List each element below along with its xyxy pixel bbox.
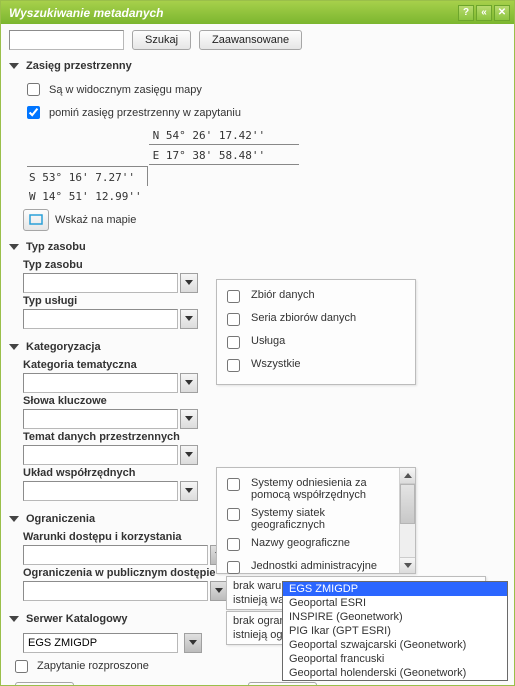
collapse-icon[interactable]: «	[476, 5, 492, 21]
titlebar: Wyszukiwanie metadanych ? « ✕	[1, 1, 514, 24]
omit-extent-label: pomiń zasięg przestrzenny w zapytaniu	[49, 107, 241, 119]
scrollbar[interactable]	[399, 468, 415, 573]
service-type-input[interactable]	[23, 309, 178, 329]
metadata-search-window: Wyszukiwanie metadanych ? « ✕ Szukaj Zaa…	[0, 0, 515, 686]
omit-extent-checkbox[interactable]	[27, 106, 40, 119]
section-spatial[interactable]: Zasięg przestrzenny	[7, 56, 508, 76]
close-icon[interactable]: ✕	[494, 5, 510, 21]
catalog-option[interactable]: Geoportal ESRI	[283, 596, 507, 610]
show-on-map-label: Wskaż na mapie	[55, 214, 136, 226]
catalog-option[interactable]: Geoportal szwajcarski (Geonetwork)	[283, 638, 507, 652]
chevron-down-icon	[9, 244, 19, 250]
crs-input[interactable]	[23, 481, 178, 501]
crs-opt4-checkbox[interactable]	[227, 561, 240, 574]
help-icon[interactable]: ?	[458, 5, 474, 21]
chevron-down-icon	[9, 344, 19, 350]
service-type-label: Typ usługi	[23, 295, 201, 309]
search-button[interactable]: Szukaj	[132, 30, 191, 50]
crs-popup: Systemy odniesienia za pomocą współrzędn…	[216, 467, 416, 574]
scroll-thumb[interactable]	[400, 484, 415, 524]
distributed-query-checkbox[interactable]	[15, 660, 28, 673]
opt-dataset-checkbox[interactable]	[227, 290, 240, 303]
catalog-option[interactable]: INSPIRE (Geonetwork)	[283, 610, 507, 624]
catalog-server-input[interactable]	[23, 633, 178, 653]
clear-button[interactable]: Wyczyść	[248, 682, 317, 686]
coord-east: E 17° 38' 58.48''	[149, 147, 299, 165]
chevron-down-icon	[9, 516, 19, 522]
scroll-down-icon[interactable]	[400, 557, 415, 573]
theme-input[interactable]	[23, 373, 178, 393]
crs-dropdown[interactable]	[180, 481, 198, 501]
map-rect-icon	[29, 214, 43, 226]
keywords-dropdown[interactable]	[180, 409, 198, 429]
catalog-server-list: EGS ZMIGDP Geoportal ESRI INSPIRE (Geone…	[282, 581, 508, 681]
spatial-topic-dropdown[interactable]	[180, 445, 198, 465]
access-input[interactable]	[23, 545, 208, 565]
search-input[interactable]	[9, 30, 124, 50]
scroll-up-icon[interactable]	[400, 468, 415, 484]
section-resource[interactable]: Typ zasobu	[7, 237, 205, 257]
coord-west: W 14° 51' 12.99''	[27, 186, 148, 205]
opt-all-checkbox[interactable]	[227, 359, 240, 372]
opt-service-checkbox[interactable]	[227, 336, 240, 349]
catalog-option[interactable]: PIG Ikar (GPT ESRI)	[283, 624, 507, 638]
show-on-map-button[interactable]	[23, 209, 49, 231]
opt-series-checkbox[interactable]	[227, 313, 240, 326]
catalog-option[interactable]: Geoportal francuski	[283, 652, 507, 666]
catalog-server-dropdown[interactable]	[184, 633, 202, 653]
public-input[interactable]	[23, 581, 208, 601]
spatial-topic-input[interactable]	[23, 445, 178, 465]
window-title: Wyszukiwanie metadanych	[9, 6, 456, 20]
resource-type-label: Typ zasobu	[23, 259, 201, 273]
catalog-option[interactable]: EGS ZMIGDP	[283, 582, 507, 596]
theme-dropdown[interactable]	[180, 373, 198, 393]
catalog-option[interactable]: Geoportal holenderski (Geonetwork)	[283, 666, 507, 680]
search-button-bottom[interactable]: Szukaj	[15, 682, 74, 686]
service-type-dropdown[interactable]	[180, 309, 198, 329]
spatial-topic-label: Temat danych przestrzennych	[23, 431, 504, 445]
keywords-input[interactable]	[23, 409, 178, 429]
in-view-label: Są w widocznym zasięgu mapy	[49, 84, 202, 96]
chevron-down-icon	[9, 616, 19, 622]
crs-opt3-checkbox[interactable]	[227, 538, 240, 551]
coord-south: S 53° 16' 7.27''	[27, 166, 148, 186]
resource-type-dropdown[interactable]	[180, 273, 198, 293]
crs-opt2-checkbox[interactable]	[227, 508, 240, 521]
coord-north: N 54° 26' 17.42''	[149, 127, 299, 145]
resource-type-popup: Zbiór danych Seria zbiorów danych Usługa…	[216, 279, 416, 385]
keywords-label: Słowa kluczowe	[23, 395, 504, 409]
chevron-down-icon	[9, 63, 19, 69]
distributed-query-label: Zapytanie rozproszone	[37, 660, 149, 672]
resource-type-input[interactable]	[23, 273, 178, 293]
crs-opt1-checkbox[interactable]	[227, 478, 240, 491]
in-view-checkbox[interactable]	[27, 83, 40, 96]
advanced-button[interactable]: Zaawansowane	[199, 30, 302, 50]
